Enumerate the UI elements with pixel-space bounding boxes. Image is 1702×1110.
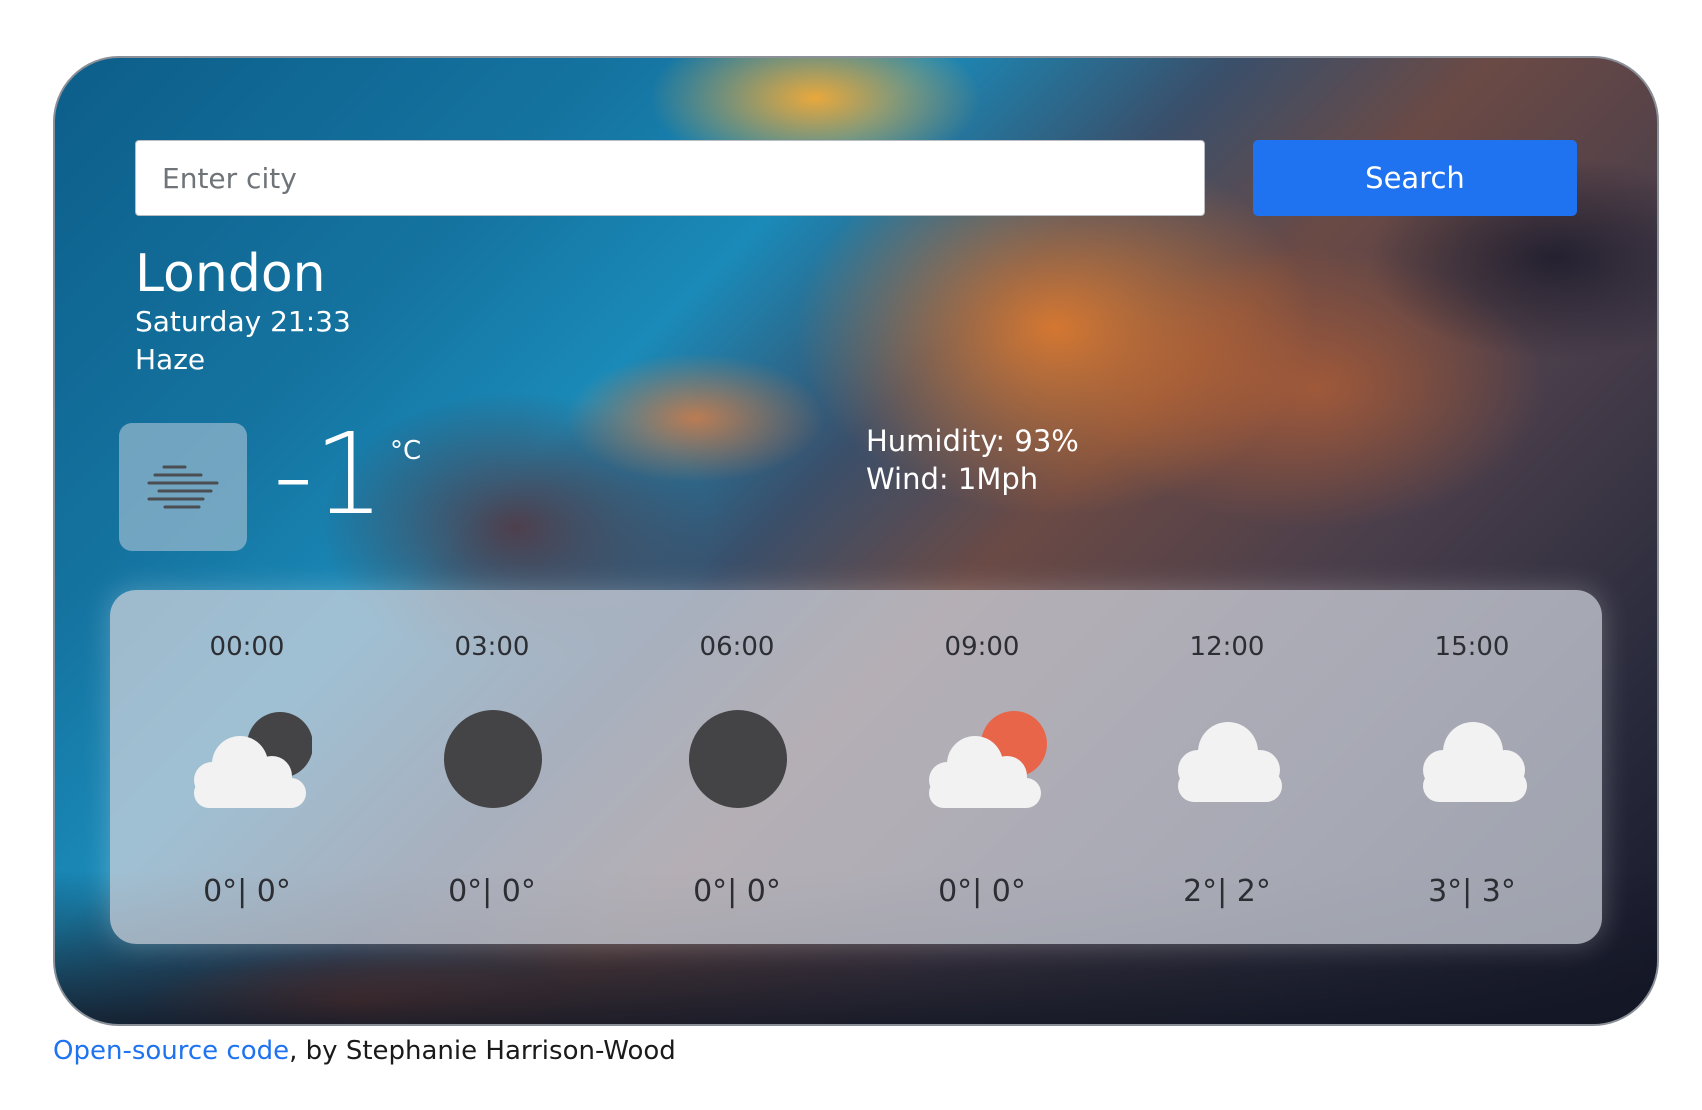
forecast-temps: 2°| 2° — [1183, 874, 1271, 909]
partly-sunny-icon — [929, 711, 1047, 808]
forecast-temps: 0°| 0° — [448, 874, 536, 909]
current-temperature: -1 — [273, 410, 385, 540]
forecast-time: 09:00 — [944, 632, 1020, 662]
temperature-unit: °C — [390, 436, 422, 466]
humidity-value: Humidity: 93% — [866, 424, 1079, 458]
footer-credit: Open-source code, by Stephanie Harrison-… — [53, 1036, 676, 1066]
forecast-item: 09:00 0°| 0° — [859, 590, 1105, 944]
search-button[interactable]: Search — [1253, 140, 1577, 216]
forecast-temps: 0°| 0° — [938, 874, 1026, 909]
forecast-time: 03:00 — [454, 632, 530, 662]
forecast-item: 15:00 3°| 3° — [1349, 590, 1595, 944]
forecast-temps: 3°| 3° — [1428, 874, 1516, 909]
cloud-icon — [1423, 722, 1527, 802]
forecast-temps: 0°| 0° — [693, 874, 781, 909]
weather-description: Haze — [135, 343, 206, 376]
current-datetime: Saturday 21:33 — [135, 305, 351, 338]
forecast-time: 06:00 — [699, 632, 775, 662]
open-source-link[interactable]: Open-source code — [53, 1036, 289, 1066]
forecast-time: 15:00 — [1434, 632, 1510, 662]
city-name: London — [135, 244, 326, 304]
weather-app-card: Search London Saturday 21:33 Haze -1 °C … — [53, 56, 1659, 1026]
forecast-item: 00:00 0°| 0° — [124, 590, 370, 944]
forecast-item: 03:00 0°| 0° — [369, 590, 615, 944]
cloud-icon — [1178, 722, 1282, 802]
forecast-item: 06:00 0°| 0° — [614, 590, 860, 944]
forecast-time: 00:00 — [209, 632, 285, 662]
cloudy-night-icon — [194, 712, 312, 808]
forecast-panel: 00:00 0°| 0° 03:00 0°| 0° 06:00 0°| 0° 0… — [110, 590, 1602, 944]
city-search-input[interactable] — [135, 140, 1205, 216]
forecast-temps: 0°| 0° — [203, 874, 291, 909]
wind-value: Wind: 1Mph — [866, 462, 1039, 496]
clear-night-icon — [689, 710, 787, 808]
clear-night-icon — [444, 710, 542, 808]
footer-author: , by Stephanie Harrison-Wood — [289, 1036, 676, 1066]
forecast-time: 12:00 — [1189, 632, 1265, 662]
forecast-item: 12:00 2°| 2° — [1104, 590, 1350, 944]
haze-icon — [119, 423, 247, 551]
